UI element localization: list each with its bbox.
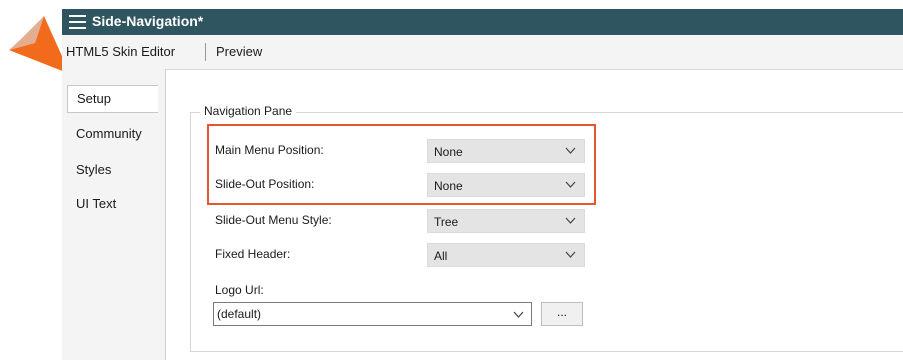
tab-separator bbox=[205, 43, 206, 61]
sidebar-item-community[interactable]: Community bbox=[76, 126, 142, 141]
fixed-header-select[interactable]: All bbox=[427, 243, 585, 267]
hamburger-icon[interactable] bbox=[69, 15, 86, 29]
chevron-down-icon bbox=[513, 311, 524, 318]
sidebar-item-ui-text[interactable]: UI Text bbox=[76, 196, 116, 211]
tab-html5-skin-editor[interactable]: HTML5 Skin Editor bbox=[66, 44, 175, 59]
window-title: Side-Navigation* bbox=[92, 13, 204, 29]
sidebar: Setup Community Styles UI Text bbox=[62, 69, 166, 360]
logo-url-value: (default) bbox=[217, 307, 262, 321]
slide-out-menu-style-select[interactable]: Tree bbox=[427, 209, 585, 233]
logo-url-combo[interactable]: (default) bbox=[213, 302, 532, 326]
fixed-header-label: Fixed Header: bbox=[215, 247, 291, 261]
logo-url-browse-button[interactable]: ... bbox=[541, 302, 583, 326]
chevron-down-icon bbox=[565, 217, 576, 224]
slide-out-menu-style-label: Slide-Out Menu Style: bbox=[215, 213, 332, 227]
highlight-box bbox=[207, 124, 596, 205]
editor-tab-bar: HTML5 Skin Editor Preview bbox=[62, 35, 903, 70]
window-titlebar: Side-Navigation* bbox=[62, 9, 903, 35]
slide-out-menu-style-value: Tree bbox=[434, 215, 459, 229]
logo-url-label: Logo Url: bbox=[215, 283, 264, 297]
sidebar-item-setup[interactable]: Setup bbox=[67, 85, 158, 113]
tab-preview[interactable]: Preview bbox=[216, 44, 262, 59]
chevron-down-icon bbox=[565, 251, 576, 258]
navigation-pane-title: Navigation Pane bbox=[200, 104, 297, 118]
sidebar-item-styles[interactable]: Styles bbox=[76, 162, 111, 177]
fixed-header-value: All bbox=[434, 249, 448, 263]
